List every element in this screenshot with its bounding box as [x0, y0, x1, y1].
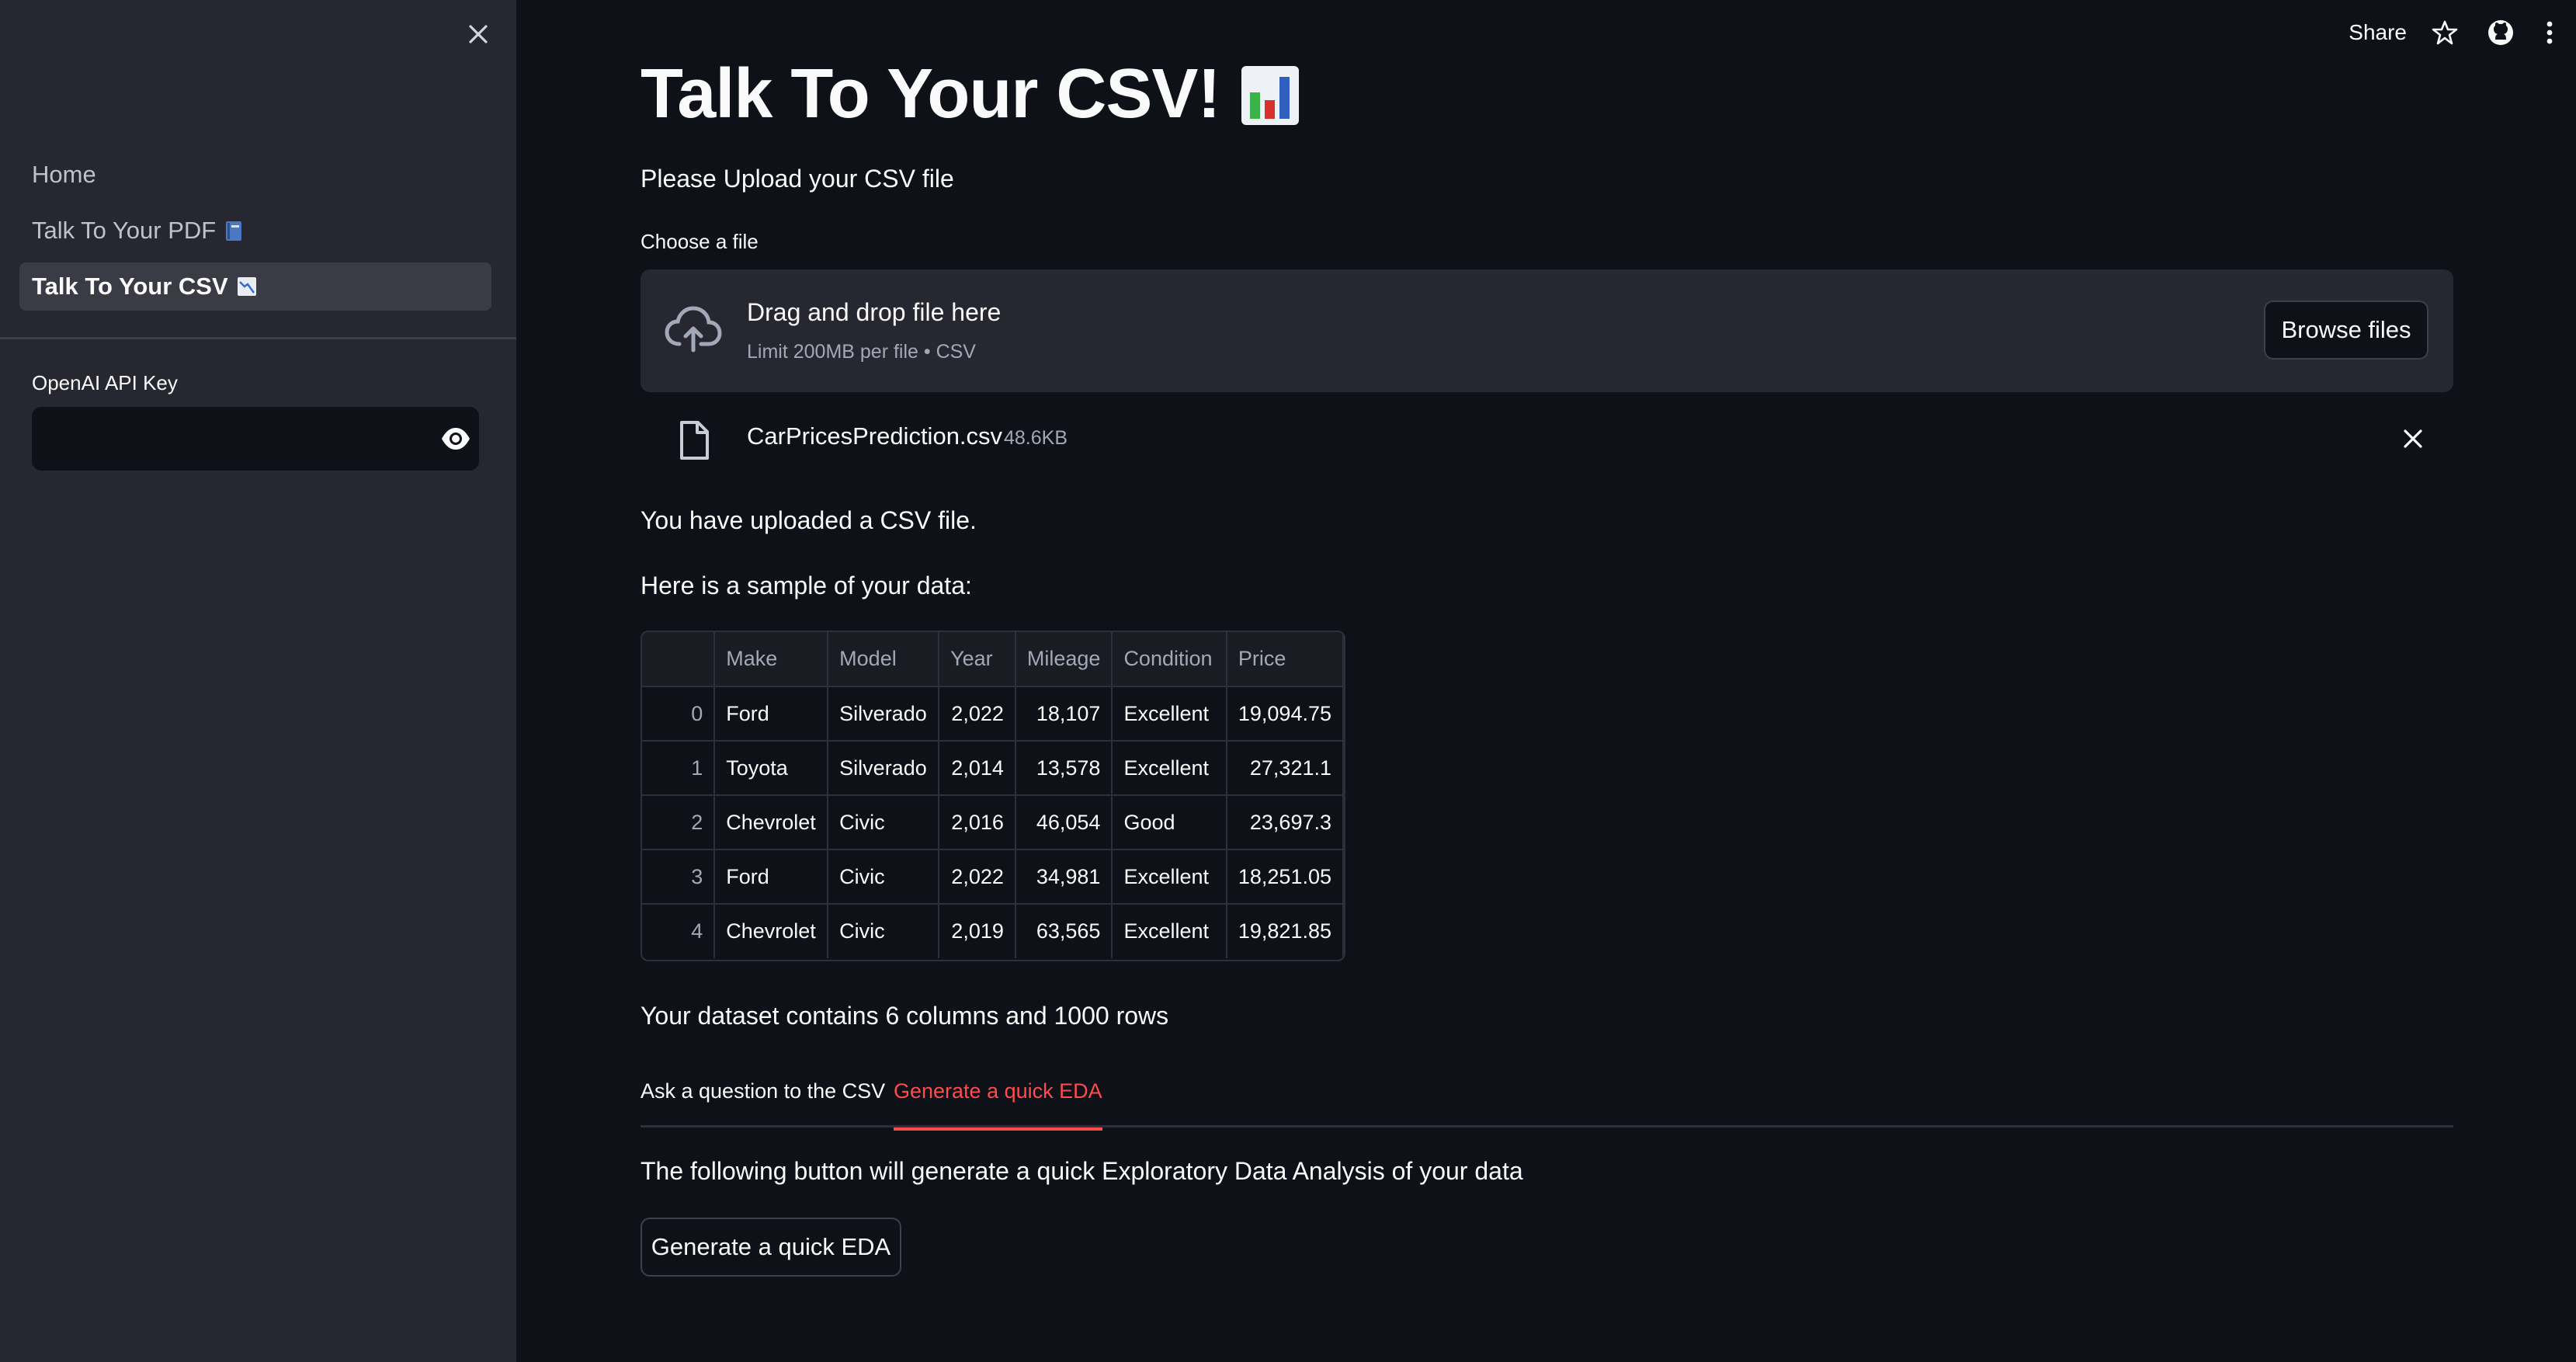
table-cell: Good — [1111, 794, 1227, 850]
tab-bar: Ask a question to the CSV Generate a qui… — [641, 1076, 2453, 1131]
column-header — [642, 632, 716, 687]
table-cell: 34,981 — [1014, 849, 1113, 905]
column-header[interactable]: Make — [713, 632, 829, 687]
table-cell: Excellent — [1111, 849, 1227, 905]
share-button[interactable]: Share — [2349, 20, 2407, 45]
row-index: 2 — [642, 794, 716, 850]
chart-decreasing-icon — [236, 275, 256, 298]
column-header[interactable]: Mileage — [1014, 632, 1113, 687]
table-row: 1 Toyota Silverado 2,014 13,578 Excellen… — [642, 740, 1344, 796]
table-cell: 19,821.85 — [1225, 903, 1344, 958]
sidebar-divider — [0, 337, 516, 339]
table-cell: 2,016 — [938, 794, 1016, 850]
table-cell: 2,019 — [938, 903, 1016, 958]
eda-description: The following button will generate a qui… — [641, 1157, 1523, 1185]
more-vertical-icon — [2546, 21, 2553, 44]
row-index: 4 — [642, 903, 716, 958]
table-cell: Civic — [827, 794, 940, 850]
table-cell: Chevrolet — [713, 903, 829, 958]
dropzone-title: Drag and drop file here — [747, 298, 1002, 326]
page-title: Talk To Your CSV! — [641, 54, 1300, 134]
eye-icon — [442, 428, 470, 450]
row-index: 1 — [642, 740, 716, 796]
star-button[interactable] — [2430, 18, 2460, 47]
row-index: 0 — [642, 686, 716, 742]
browse-files-button[interactable]: Browse files — [2264, 301, 2428, 360]
close-icon — [2404, 429, 2422, 448]
close-sidebar-button[interactable] — [464, 20, 492, 48]
table-cell: Excellent — [1111, 686, 1227, 742]
table-cell: 18,251.05 — [1225, 849, 1344, 905]
github-icon — [2488, 20, 2513, 45]
table-cell: 2,022 — [938, 849, 1016, 905]
show-password-button[interactable] — [440, 425, 471, 453]
data-table[interactable]: Make Model Year Mileage Condition Price … — [641, 631, 1345, 961]
table-cell: Chevrolet — [713, 794, 829, 850]
table-cell: Civic — [827, 903, 940, 958]
table-cell: Ford — [713, 849, 829, 905]
row-index: 3 — [642, 849, 716, 905]
table-row: 4 Chevrolet Civic 2,019 63,565 Excellent… — [642, 903, 1344, 958]
table-cell: Ford — [713, 686, 829, 742]
sidebar-item-label: Talk To Your PDF — [32, 217, 217, 244]
table-row: 3 Ford Civic 2,022 34,981 Excellent 18,2… — [642, 849, 1344, 905]
star-icon — [2432, 20, 2458, 45]
table-cell: 23,697.3 — [1225, 794, 1344, 850]
api-key-label: OpenAI API Key — [32, 371, 178, 394]
table-cell: Excellent — [1111, 903, 1227, 958]
tab-ask-question[interactable]: Ask a question to the CSV — [641, 1079, 885, 1127]
tab-generate-eda[interactable]: Generate a quick EDA — [894, 1079, 1102, 1131]
table-header-row: Make Model Year Mileage Condition Price — [642, 632, 1344, 687]
file-uploader-label: Choose a file — [641, 230, 759, 253]
table-cell: Silverado — [827, 740, 940, 796]
table-cell: 46,054 — [1014, 794, 1113, 850]
file-dropzone[interactable]: Drag and drop file here Limit 200MB per … — [641, 269, 2453, 392]
table-row: 0 Ford Silverado 2,022 18,107 Excellent … — [642, 686, 1344, 742]
table-cell: Excellent — [1111, 740, 1227, 796]
column-header[interactable]: Year — [938, 632, 1016, 687]
file-name: CarPricesPrediction.csv — [747, 422, 1003, 450]
sidebar-item-label: Home — [32, 161, 96, 188]
sidebar-item-pdf[interactable]: Talk To Your PDF — [19, 207, 491, 255]
table-cell: 19,094.75 — [1225, 686, 1344, 742]
bar-chart-icon — [1240, 64, 1300, 126]
upload-prompt: Please Upload your CSV file — [641, 165, 954, 193]
cloud-upload-icon — [665, 306, 722, 353]
table-cell: 13,578 — [1014, 740, 1113, 796]
book-icon — [224, 219, 244, 242]
generate-eda-button[interactable]: Generate a quick EDA — [641, 1218, 901, 1277]
table-cell: Silverado — [827, 686, 940, 742]
column-header[interactable]: Price — [1225, 632, 1344, 687]
sample-data-heading: Here is a sample of your data: — [641, 572, 972, 599]
table-cell: 18,107 — [1014, 686, 1113, 742]
upload-success-message: You have uploaded a CSV file. — [641, 506, 977, 534]
sidebar-item-csv[interactable]: Talk To Your CSV — [19, 262, 491, 311]
table-cell: 27,321.1 — [1225, 740, 1344, 796]
table-cell: 2,022 — [938, 686, 1016, 742]
table-cell: Toyota — [713, 740, 829, 796]
sidebar-nav: Home Talk To Your PDF Talk To Your CSV — [19, 151, 491, 318]
table-cell: 2,014 — [938, 740, 1016, 796]
column-header[interactable]: Condition — [1111, 632, 1227, 687]
column-header[interactable]: Model — [827, 632, 940, 687]
dropzone-limit: Limit 200MB per file • CSV — [747, 341, 976, 363]
api-key-field — [32, 407, 479, 471]
remove-file-button[interactable] — [2400, 426, 2426, 452]
file-icon — [680, 421, 709, 460]
page-title-text: Talk To Your CSV! — [641, 55, 1220, 133]
dataset-summary: Your dataset contains 6 columns and 1000… — [641, 1002, 1169, 1030]
file-size: 48.6KB — [1004, 427, 1068, 449]
table-row: 2 Chevrolet Civic 2,016 46,054 Good 23,6… — [642, 794, 1344, 850]
github-button[interactable] — [2486, 18, 2515, 47]
close-icon — [469, 25, 488, 43]
sidebar: Home Talk To Your PDF Talk To Your CSV O… — [0, 0, 516, 1362]
uploaded-file: CarPricesPrediction.csv 48.6KB — [641, 412, 2453, 466]
table-cell: 63,565 — [1014, 903, 1113, 958]
main-menu-button[interactable] — [2542, 18, 2557, 47]
app-toolbar: Share — [2349, 16, 2576, 50]
sidebar-item-label: Talk To Your CSV — [32, 273, 228, 300]
api-key-input[interactable] — [32, 407, 397, 471]
table-cell: Civic — [827, 849, 940, 905]
sidebar-item-home[interactable]: Home — [19, 151, 491, 199]
